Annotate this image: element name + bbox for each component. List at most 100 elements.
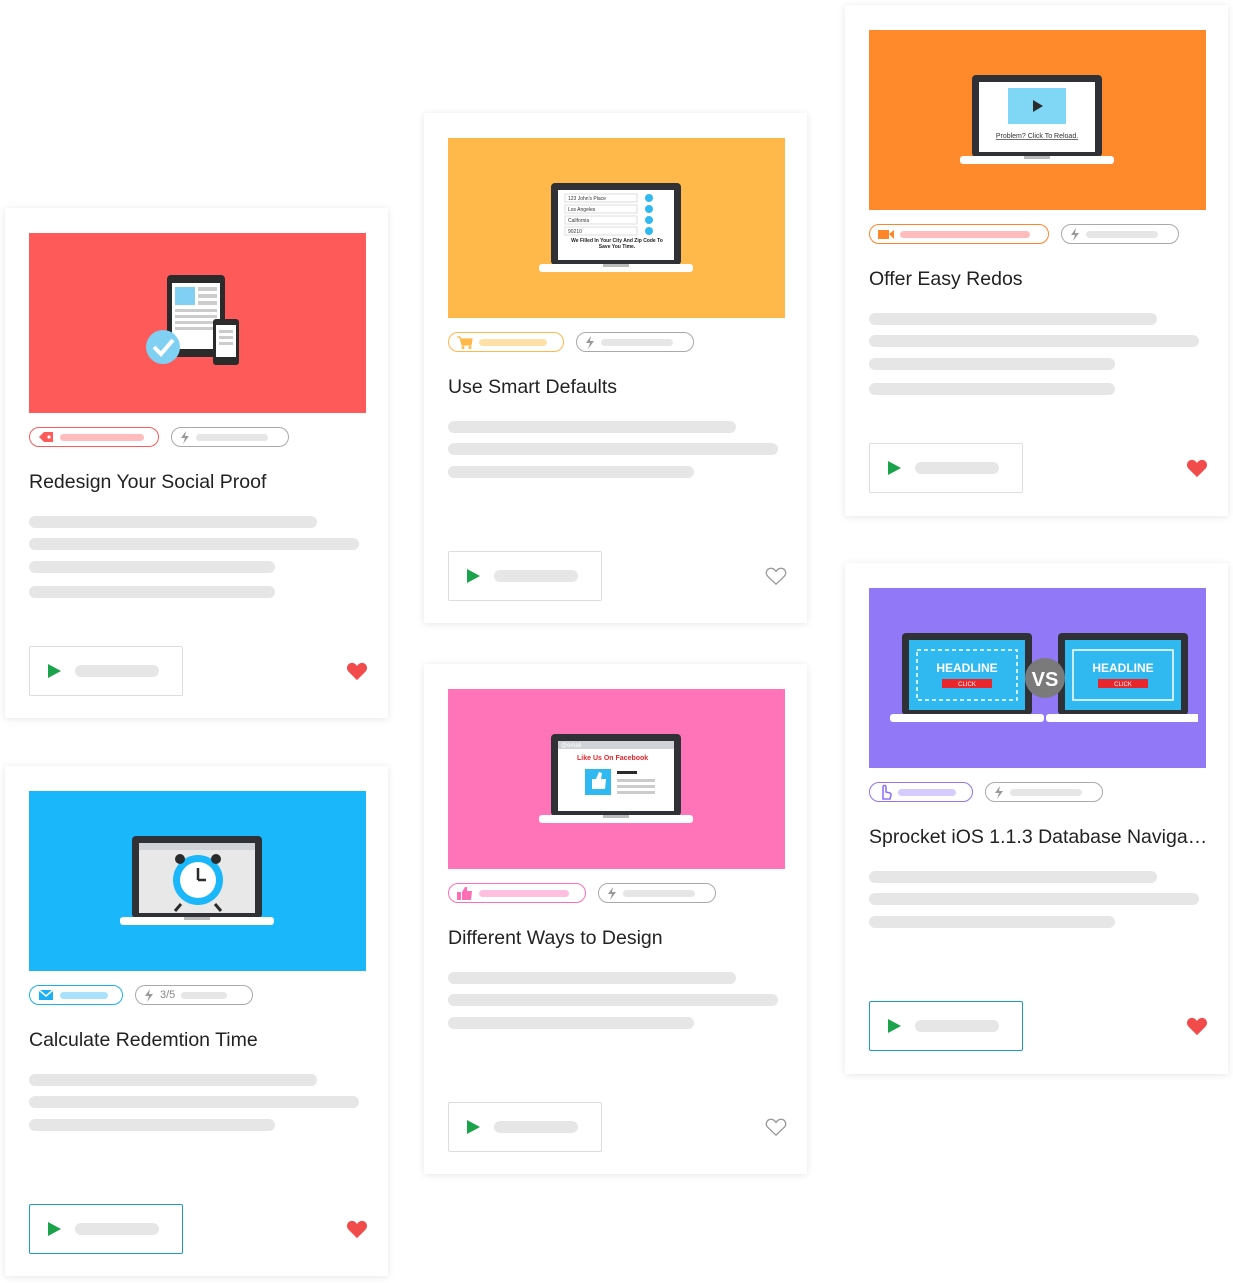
play-button[interactable] (29, 1204, 183, 1254)
card-title: Sprocket iOS 1.1.3 Database Navigation (869, 826, 1208, 848)
play-button[interactable] (448, 1102, 602, 1152)
card-thumbnail[interactable] (29, 791, 366, 971)
tag-icon (39, 432, 53, 442)
card-thumbnail[interactable]: Problem? Click To Reload. (869, 30, 1206, 210)
category-tag[interactable] (29, 427, 159, 447)
play-icon (888, 461, 901, 475)
lightning-icon (608, 886, 616, 900)
text-placeholder (869, 335, 1199, 347)
form-note: We Filled In Your City And Zip Code To S… (570, 238, 663, 250)
tap-icon (882, 784, 892, 800)
heart-outline-icon[interactable] (765, 566, 787, 586)
card-calculate-redemption-time: 3/5 Calculate Redemtion Time (5, 766, 388, 1276)
text-placeholder (29, 561, 275, 573)
card-title: Redesign Your Social Proof (29, 471, 267, 493)
card-use-smart-defaults: 123 John's Place Los Angeles California … (424, 113, 807, 623)
status-tag[interactable] (1061, 224, 1179, 244)
heart-icon[interactable] (346, 1219, 368, 1239)
text-placeholder (869, 893, 1199, 905)
headline-text: HEADLINE (936, 661, 997, 675)
status-tag[interactable] (171, 427, 289, 447)
text-placeholder (29, 516, 317, 528)
ab-test-laptops-illustration: HEADLINE CLICK HEADLINE CLICK VS (889, 633, 1198, 722)
cart-icon (457, 335, 473, 349)
lightning-icon (145, 988, 153, 1002)
text-placeholder (869, 383, 1115, 395)
text-placeholder (448, 443, 778, 455)
card-different-ways-to-design: @email Like Us On Facebook Different Way… (424, 664, 807, 1174)
screen-text: Problem? Click To Reload. (995, 133, 1077, 140)
lightning-icon (1071, 227, 1079, 241)
status-tag[interactable] (985, 782, 1103, 802)
card-title: Calculate Redemtion Time (29, 1029, 258, 1051)
form-line: Los Angeles (568, 207, 596, 213)
lightning-icon (181, 430, 189, 444)
headline-text: HEADLINE (1092, 661, 1153, 675)
form-line: 123 John's Place (568, 196, 606, 202)
text-placeholder (448, 421, 736, 433)
play-button[interactable] (29, 646, 183, 696)
form-line: California (568, 218, 589, 224)
lightning-icon (586, 335, 594, 349)
play-icon (467, 569, 480, 583)
card-sprocket-ios-database-navigation: HEADLINE CLICK HEADLINE CLICK VS Sprocke… (845, 563, 1228, 1074)
text-placeholder (869, 916, 1115, 928)
video-icon (878, 229, 894, 239)
card-offer-easy-redos: Problem? Click To Reload. Offer Easy Red… (845, 5, 1228, 516)
heart-outline-icon[interactable] (765, 1117, 787, 1137)
text-placeholder (29, 586, 275, 598)
card-title: Offer Easy Redos (869, 268, 1023, 290)
text-placeholder (29, 1096, 359, 1108)
heart-icon[interactable] (1186, 458, 1208, 478)
laptop-clock-illustration (119, 836, 274, 925)
category-tag[interactable] (448, 332, 564, 352)
tablet-phone-illustration (145, 275, 239, 365)
text-placeholder (448, 1017, 694, 1029)
text-placeholder (448, 466, 694, 478)
laptop-form-illustration: 123 John's Place Los Angeles California … (538, 183, 693, 272)
thumbs-up-icon (457, 887, 472, 900)
text-placeholder (869, 871, 1157, 883)
card-thumbnail[interactable]: @email Like Us On Facebook (448, 689, 785, 869)
card-redesign-social-proof: Redesign Your Social Proof (5, 208, 388, 718)
play-button[interactable] (448, 551, 602, 601)
text-placeholder (869, 358, 1115, 370)
card-thumbnail[interactable] (29, 233, 366, 413)
mail-icon (38, 989, 54, 1000)
text-placeholder (29, 538, 359, 550)
status-tag[interactable] (576, 332, 694, 352)
click-text: CLICK (1114, 682, 1132, 688)
text-placeholder (448, 972, 736, 984)
status-tag[interactable] (598, 883, 716, 903)
vs-text: VS (1031, 669, 1058, 691)
text-placeholder (448, 994, 778, 1006)
heart-icon[interactable] (1186, 1016, 1208, 1036)
text-placeholder (869, 313, 1157, 325)
card-thumbnail[interactable]: HEADLINE CLICK HEADLINE CLICK VS (869, 588, 1206, 768)
category-tag[interactable] (869, 224, 1049, 244)
play-button[interactable] (869, 443, 1023, 493)
play-icon (888, 1019, 901, 1033)
laptop-facebook-illustration: @email Like Us On Facebook (538, 734, 693, 823)
heart-icon[interactable] (346, 661, 368, 681)
card-thumbnail[interactable]: 123 John's Place Los Angeles California … (448, 138, 785, 318)
card-title: Different Ways to Design (448, 927, 663, 949)
play-icon (48, 1222, 61, 1236)
click-text: CLICK (958, 682, 976, 688)
play-icon (48, 664, 61, 678)
category-tag[interactable] (29, 985, 123, 1005)
text-placeholder (29, 1119, 275, 1131)
progress-text: 3/5 (160, 989, 176, 1001)
laptop-video-illustration: Problem? Click To Reload. (959, 75, 1114, 164)
status-tag[interactable]: 3/5 (135, 985, 253, 1005)
category-tag[interactable] (448, 883, 586, 903)
card-title: Use Smart Defaults (448, 376, 618, 398)
category-tag[interactable] (869, 782, 973, 802)
screen-text: Like Us On Facebook (577, 755, 648, 762)
screen-header: @email (561, 743, 581, 749)
text-placeholder (29, 1074, 317, 1086)
play-icon (467, 1120, 480, 1134)
play-button[interactable] (869, 1001, 1023, 1051)
form-line: 90210 (568, 229, 582, 235)
lightning-icon (995, 785, 1003, 799)
